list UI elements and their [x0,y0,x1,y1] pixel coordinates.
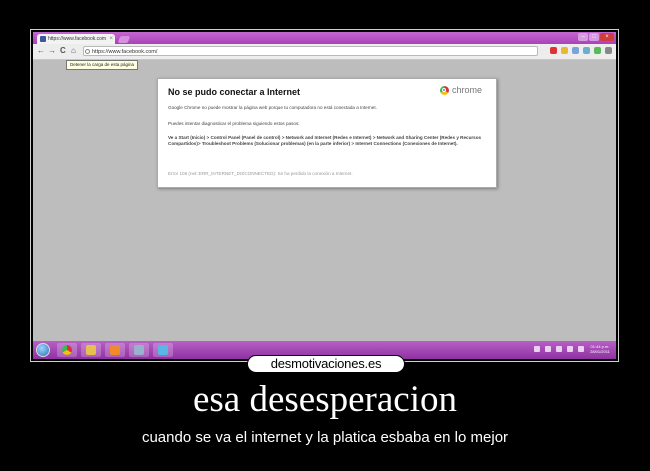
back-button[interactable]: ← [37,46,45,56]
volume-icon[interactable] [578,346,584,352]
address-text: https://www.facebook.com/ [92,49,158,55]
browser-tab[interactable]: https://www.facebook.com × [37,34,115,44]
start-button[interactable] [36,343,50,357]
extension-green-icon[interactable] [594,47,601,54]
facebook-favicon-icon [40,36,46,42]
address-bar[interactable]: https://www.facebook.com/ [83,46,538,56]
new-tab-button[interactable] [117,36,131,43]
reload-button[interactable]: C [60,46,66,56]
site-logo: desmotivaciones.es [247,355,405,373]
chrome-wordmark: chrome [451,85,482,95]
poster-caption: cuando se va el internet y la platica es… [141,429,509,446]
error-card: No se pudo conectar a Internet chrome Go… [157,78,497,188]
stop-loading-tooltip: Detener la carga de esta página [66,60,139,70]
error-heading: No se pudo conectar a Internet [168,87,301,97]
media-player-icon [110,345,120,355]
window-controls: – □ × [578,33,614,42]
paint-icon [134,345,144,355]
extension-blue-icon[interactable] [572,47,579,54]
error-steps: Ve a Start (Inicio) > Control Panel (Pan… [168,135,482,146]
extension-icons [550,47,612,54]
tray-icon[interactable] [545,346,551,352]
extension-red-icon[interactable] [550,47,557,54]
forward-button[interactable]: → [48,46,56,56]
network-icon[interactable] [567,346,573,352]
error-code: Error 106 (net::ERR_INTERNET_DISCONNECTE… [168,171,353,176]
error-description: Google Chrome no puede mostrar la página… [168,105,377,110]
minimize-button[interactable]: – [578,33,588,41]
star-icon[interactable] [561,47,568,54]
clock-date: 28/01/2011 [590,349,610,354]
extension-teal-icon[interactable] [583,47,590,54]
browser-tab-bar: https://www.facebook.com × – □ × [33,32,616,44]
screenshot: https://www.facebook.com × – □ × ← → C ⌂… [33,32,616,359]
poster-title: esa desesperacion [192,379,457,420]
taskbar-app-media[interactable] [105,343,125,357]
poster-frame: https://www.facebook.com × – □ × ← → C ⌂… [30,29,619,362]
chrome-icon [439,85,449,95]
browser-toolbar: ← → C ⌂ https://www.facebook.com/ [33,44,616,60]
taskbar-app-explorer[interactable] [81,343,101,357]
wrench-icon[interactable] [605,47,612,54]
messenger-icon [158,345,168,355]
chrome-icon [62,345,72,355]
taskbar-app-chrome[interactable] [57,343,77,357]
globe-icon [85,49,90,54]
tab-title: https://www.facebook.com [48,36,107,42]
error-suggestion: Puedes intentar diagnosticar el problema… [168,121,300,126]
maximize-button[interactable]: □ [589,33,599,41]
flag-icon[interactable] [556,346,562,352]
tab-close-icon[interactable]: × [109,34,113,44]
system-tray [534,346,584,352]
folder-icon [86,345,96,355]
taskbar-clock[interactable]: 01:44 p.m. 28/01/2011 [587,344,613,354]
keyboard-icon[interactable] [534,346,540,352]
home-button[interactable]: ⌂ [71,46,76,56]
close-window-button[interactable]: × [600,33,614,41]
taskbar-app-messenger[interactable] [153,343,173,357]
taskbar-app-paint[interactable] [129,343,149,357]
chrome-logo: chrome [439,85,482,95]
